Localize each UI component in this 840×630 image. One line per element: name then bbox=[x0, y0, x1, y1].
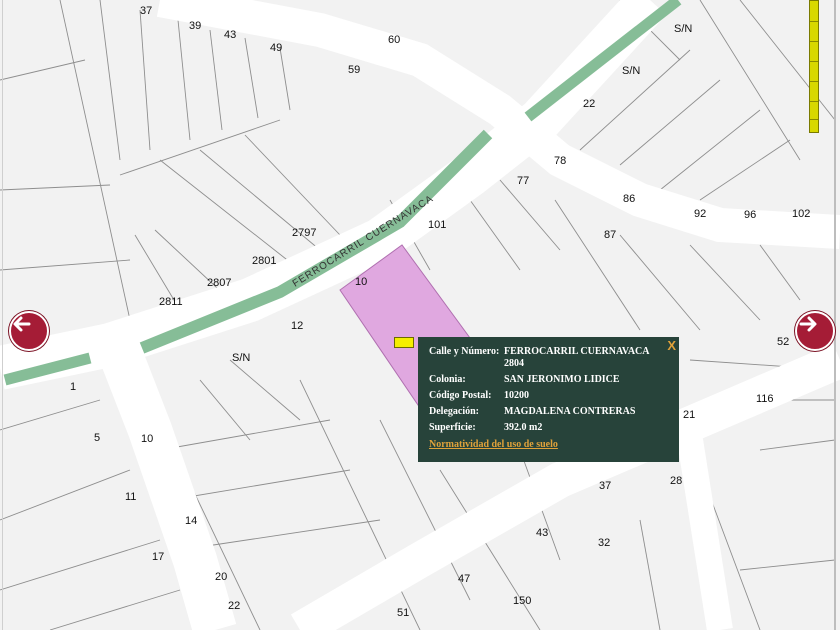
zoom-tick bbox=[810, 119, 818, 120]
zoom-tick bbox=[810, 61, 818, 62]
lot-number: 11 bbox=[125, 491, 136, 503]
lot-number: 10 bbox=[141, 433, 153, 445]
arrow-right-icon bbox=[799, 316, 817, 332]
map-border-left bbox=[2, 0, 3, 630]
info-label: Superficie: bbox=[429, 422, 476, 433]
info-value: FERROCARRIL CUERNAVACA 2804 bbox=[504, 346, 649, 369]
info-row-delegacion: Delegación: MAGDALENA CONTRERAS bbox=[429, 406, 671, 418]
info-row-address: Calle y Número: FERROCARRIL CUERNAVACA 2… bbox=[429, 346, 671, 370]
lot-number: 52 bbox=[777, 336, 789, 348]
info-label: Delegación: bbox=[429, 406, 479, 417]
lot-number: 20 bbox=[215, 571, 227, 583]
lot-number: 37 bbox=[140, 5, 152, 17]
lot-number: 87 bbox=[604, 229, 616, 241]
info-label: Colonia: bbox=[429, 374, 466, 385]
info-value: MAGDALENA CONTRERAS bbox=[504, 406, 636, 417]
map-border-right bbox=[834, 0, 836, 630]
lot-number: 101 bbox=[428, 219, 446, 231]
lot-number: 77 bbox=[517, 175, 529, 187]
lot-number: 60 bbox=[388, 34, 400, 46]
lot-number: 150 bbox=[513, 595, 531, 607]
lot-number: S/N bbox=[674, 23, 692, 35]
parcel-info-popup: X Calle y Número: FERROCARRIL CUERNAVACA… bbox=[418, 337, 679, 462]
lot-number: 86 bbox=[623, 193, 635, 205]
lot-number: 39 bbox=[189, 20, 201, 32]
zoom-tick bbox=[810, 81, 818, 82]
info-value: SAN JERONIMO LIDICE bbox=[504, 374, 620, 385]
lot-number: 22 bbox=[228, 600, 240, 612]
info-value: 392.0 m2 bbox=[504, 422, 543, 433]
close-button[interactable]: X bbox=[667, 338, 676, 353]
lot-number: 2807 bbox=[207, 277, 231, 289]
lot-number: 49 bbox=[270, 42, 282, 54]
info-value: 10200 bbox=[504, 390, 529, 401]
map-viewport[interactable]: FERROCARRIL CUERNAVACA 37 39 43 49 60 59… bbox=[0, 0, 840, 630]
lot-number: S/N bbox=[622, 65, 640, 77]
lot-number: 28 bbox=[670, 475, 682, 487]
lot-number: 78 bbox=[554, 155, 566, 167]
lot-number: 47 bbox=[458, 573, 470, 585]
info-label: Calle y Número: bbox=[429, 346, 500, 357]
lot-number: S/N bbox=[232, 352, 250, 364]
lot-number: 2801 bbox=[252, 255, 276, 267]
location-marker[interactable] bbox=[394, 337, 414, 348]
info-label: Código Postal: bbox=[429, 390, 492, 401]
land-use-link[interactable]: Normatividad del uso de suelo bbox=[429, 439, 558, 451]
map-canvas[interactable]: FERROCARRIL CUERNAVACA 37 39 43 49 60 59… bbox=[0, 0, 840, 630]
lot-number: 1 bbox=[70, 381, 76, 393]
lot-number: 43 bbox=[536, 527, 548, 539]
lot-number: 2811 bbox=[159, 296, 183, 308]
lot-number: 21 bbox=[683, 409, 695, 421]
zoom-tick bbox=[810, 21, 818, 22]
zoom-tick bbox=[810, 41, 818, 42]
lot-number: 5 bbox=[94, 432, 100, 444]
pan-left-button[interactable] bbox=[9, 311, 49, 351]
zoom-tick bbox=[810, 101, 818, 102]
lot-number: 59 bbox=[348, 64, 360, 76]
lot-number: 92 bbox=[694, 208, 706, 220]
lot-number: 17 bbox=[152, 551, 164, 563]
lot-number: 102 bbox=[792, 208, 810, 220]
lot-number: 96 bbox=[744, 209, 756, 221]
info-row-postal-code: Código Postal: 10200 bbox=[429, 390, 671, 402]
lot-number: 51 bbox=[397, 607, 409, 619]
lot-number: 2797 bbox=[292, 227, 316, 239]
lot-number: 14 bbox=[185, 515, 197, 527]
lot-number: 32 bbox=[598, 537, 610, 549]
info-row-colonia: Colonia: SAN JERONIMO LIDICE bbox=[429, 374, 671, 386]
lot-number: 116 bbox=[756, 393, 774, 405]
lot-number: 37 bbox=[599, 480, 611, 492]
arrow-left-icon bbox=[13, 316, 31, 332]
zoom-slider[interactable] bbox=[809, 0, 819, 133]
info-row-surface: Superficie: 392.0 m2 bbox=[429, 422, 671, 434]
pan-right-button[interactable] bbox=[795, 311, 835, 351]
lot-number: 43 bbox=[224, 29, 236, 41]
lot-number: 10 bbox=[355, 276, 367, 288]
lot-number: 22 bbox=[583, 98, 595, 110]
lot-number: 12 bbox=[291, 320, 303, 332]
